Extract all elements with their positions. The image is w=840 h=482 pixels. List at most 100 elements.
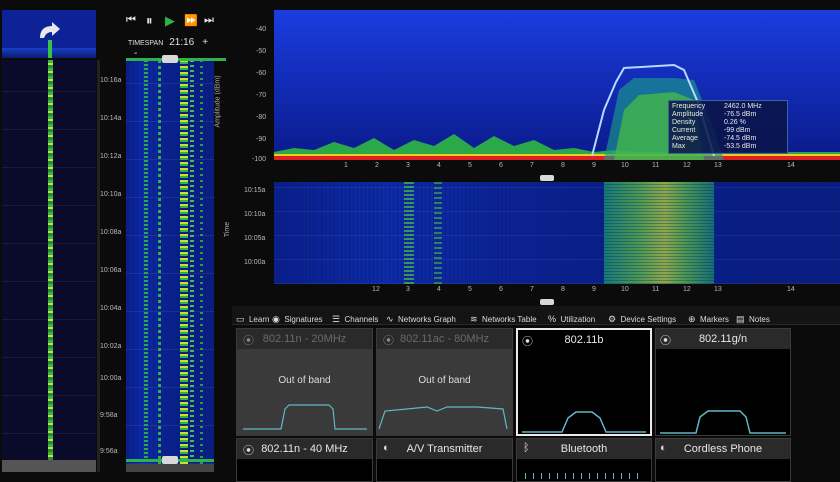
tab-label: Channels — [344, 315, 379, 324]
gear-icon: ⚙ — [608, 314, 617, 324]
tab-device-settings[interactable]: ⚙ Device Settings — [608, 309, 677, 324]
time-tick: 9:56a — [100, 448, 118, 455]
tab-networks-table[interactable]: ≋ Networks Table — [470, 309, 537, 324]
x-tick: 1 — [344, 162, 348, 169]
fast-forward-icon[interactable]: ⏩ — [184, 14, 198, 27]
y-tick: 10:15a — [244, 187, 266, 194]
skip-back-icon[interactable]: ⏮ — [126, 14, 136, 27]
time-tick: 10:10a — [100, 191, 122, 198]
wifi-signal-icon: ⦿ — [243, 335, 254, 347]
tooltip-row: Frequency 2462.0 MHz — [672, 103, 762, 110]
tab-label: Signatures — [284, 315, 323, 324]
x-tick: 5 — [468, 286, 472, 293]
signature-card-selected[interactable]: 802.11b ⦿ — [516, 328, 652, 436]
tab-bar: ▭ Learn ◉ Signatures ☰ Channels ∿ Networ… — [232, 306, 840, 325]
y-tick: 10:00a — [244, 259, 266, 266]
x-tick: 9 — [592, 286, 596, 293]
x-tick: 7 — [530, 162, 534, 169]
timespan-label: TIMESPAN — [128, 40, 164, 47]
wifi-signal-icon: ⦿ — [383, 335, 394, 347]
time-tick: 10:14a — [100, 115, 122, 122]
signature-card[interactable]: 802.11n - 20MHz ⦿ Out of band — [236, 328, 373, 436]
x-tick: 2 — [376, 286, 380, 293]
spectrum-plot[interactable]: Frequency 2462.0 MHz Amplitude -76.5 dBm D… — [274, 10, 840, 160]
waterfall-plot[interactable] — [274, 182, 840, 284]
x-tick: 14 — [787, 286, 795, 293]
tooltip-row: Density 0.26 % — [672, 119, 746, 126]
tab-channels[interactable]: ☰ Channels — [332, 309, 379, 324]
signature-title: 802.11n - 20MHz — [262, 333, 347, 345]
signature-card[interactable]: Bluetooth ᛒ — [516, 438, 652, 482]
x-tick: 8 — [561, 162, 565, 169]
x-tick: 6 — [499, 162, 503, 169]
signature-title: Bluetooth — [517, 439, 651, 459]
mini-overview-thumbnail[interactable] — [2, 10, 96, 58]
x-tick: 13 — [714, 286, 722, 293]
x-tick: 7 — [530, 286, 534, 293]
signature-card[interactable]: 802.11ac - 80MHz ⦿ Out of band — [376, 328, 513, 436]
y-tick: -60 — [256, 70, 267, 77]
timespan-plus[interactable]: + — [202, 37, 208, 48]
signature-title: A/V Transmitter — [377, 439, 512, 459]
notes-icon: ▤ — [736, 314, 745, 324]
signature-card[interactable]: Cordless Phone ◐ — [655, 438, 791, 482]
x-tick: 13 — [714, 162, 722, 169]
signature-title: 802.11ac - 80MHz — [399, 333, 490, 345]
tab-label: Device Settings — [620, 315, 677, 324]
tab-label: Networks Table — [482, 315, 537, 324]
tab-markers[interactable]: ⊕ Markers — [688, 309, 729, 324]
rotate-icon[interactable] — [36, 20, 62, 42]
wifi-signal-icon: ⦿ — [522, 336, 533, 348]
tab-label: Utilization — [560, 315, 596, 324]
signature-card[interactable]: A/V Transmitter ◐ — [376, 438, 513, 482]
percent-icon: % — [548, 314, 557, 324]
time-tick: 10:06a — [100, 267, 122, 274]
spectrum-yaxis: -40 -50 -60 -70 -80 -90 -100 — [248, 10, 272, 170]
time-tick: 10:12a — [100, 153, 122, 160]
skip-forward-icon[interactable]: ⏭ — [204, 14, 214, 27]
x-tick: 5 — [468, 162, 472, 169]
tooltip-row: Average -74.5 dBm — [672, 135, 757, 142]
signature-card[interactable]: 802.11n - 40 MHz ⦿ — [236, 438, 373, 482]
signature-card[interactable]: 802.11g/n ⦿ — [655, 328, 791, 436]
history-time-axis: 10:16a 10:14a 10:12a 10:10a 10:08a 10:06… — [100, 60, 126, 472]
tab-utilization[interactable]: % Utilization — [548, 309, 596, 324]
history-waterfall[interactable] — [126, 60, 214, 464]
x-tick: 9 — [592, 162, 596, 169]
history-bottom-grip[interactable] — [162, 456, 178, 464]
x-tick: 4 — [437, 162, 441, 169]
x-tick: 11 — [652, 286, 660, 293]
frequency-tooltip: Frequency 2462.0 MHz Amplitude -76.5 dBm D… — [668, 100, 788, 154]
time-tick: 10:04a — [100, 305, 122, 312]
play-icon[interactable]: ▶ — [165, 13, 175, 29]
x-tick: 2 — [375, 162, 379, 169]
tab-notes[interactable]: ▤ Notes — [736, 309, 770, 324]
wifi-icon: ≋ — [470, 314, 478, 324]
bluetooth-icon: ᛒ — [523, 442, 530, 454]
tab-learn[interactable]: ▭ Learn — [236, 309, 270, 324]
y-tick: 10:10a — [244, 211, 266, 218]
signature-title: 802.11n - 40 MHz — [237, 439, 372, 459]
spectrum-ylabel: Amplitude (dBm) — [214, 75, 222, 128]
x-tick: 11 — [652, 162, 660, 169]
spectrum-resize-grip[interactable] — [540, 175, 554, 181]
waterfall-xaxis: 1 2 3 4 5 6 7 8 9 10 11 12 13 14 — [274, 286, 840, 298]
history-top-grip[interactable] — [162, 55, 178, 63]
tooltip-row: Max -53.5 dBm — [672, 143, 757, 150]
signature-title: 802.11g/n — [656, 329, 790, 349]
time-tick: 10:02a — [100, 343, 122, 350]
pause-icon[interactable]: ⏸ — [146, 13, 153, 29]
signature-title: Cordless Phone — [656, 439, 790, 459]
x-tick: 12 — [683, 162, 691, 169]
x-tick: 3 — [406, 286, 410, 293]
x-tick: 4 — [437, 286, 441, 293]
player-controls: ⏮ ⏸ ▶ ⏩ ⏭ — [120, 12, 220, 28]
waterfall-yaxis: 10:15a 10:10a 10:05a 10:00a — [240, 182, 274, 282]
tab-label: Learn — [248, 315, 270, 324]
waterfall-resize-grip[interactable] — [540, 299, 554, 305]
tab-networks-graph[interactable]: ∿ Networks Graph — [386, 309, 456, 324]
tab-signatures[interactable]: ◉ Signatures — [272, 309, 323, 324]
wifi-signal-icon: ⦿ — [243, 445, 254, 457]
signature-title: 802.11b — [564, 334, 604, 346]
time-tick: 10:08a — [100, 229, 122, 236]
